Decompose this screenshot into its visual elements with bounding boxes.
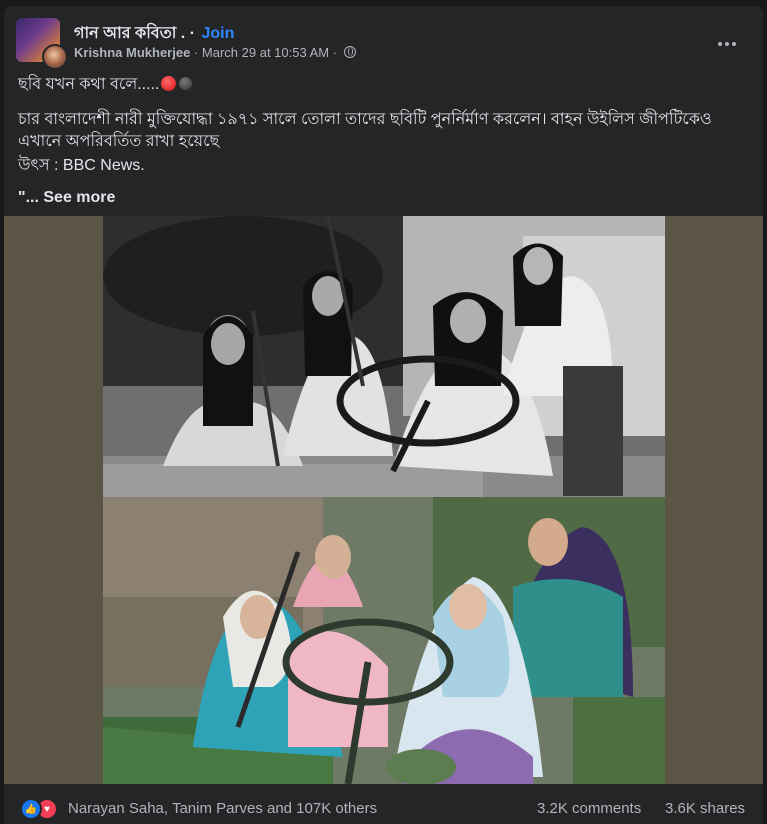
dot	[725, 42, 729, 46]
post-header: গান আর কবিতা . · Join Krishna Mukherjee …	[16, 18, 751, 70]
meta-separator: ·	[193, 45, 199, 60]
group-title-line: গান আর কবিতা . · Join	[74, 20, 234, 47]
shares-count-link[interactable]: 3.6K shares	[665, 800, 745, 817]
post-line-3: উৎস : BBC News.	[18, 157, 145, 174]
post-media[interactable]	[4, 216, 763, 784]
post-timestamp[interactable]: March 29 at 10:53 AM	[202, 45, 329, 60]
quote-ellipsis: "...	[18, 189, 39, 206]
dot	[732, 42, 736, 46]
group-name-link[interactable]: গান আর কবিতা .	[74, 25, 185, 42]
dot	[718, 42, 722, 46]
photo-recent-color	[103, 497, 665, 784]
reactors-link[interactable]: Narayan Saha, Tanim Parves and 107K othe…	[68, 800, 377, 817]
like-icon: 👍	[20, 798, 42, 820]
reaction-icons[interactable]: 👍 ♥	[20, 798, 64, 820]
globe-icon[interactable]	[343, 46, 356, 58]
header-separator: ·	[189, 25, 196, 42]
author-avatar[interactable]	[42, 44, 68, 70]
black-circle-emoji-icon	[179, 77, 193, 90]
post-line-1-text: ছবি যখন কথা বলে.....	[18, 76, 160, 93]
author-name-link[interactable]: Krishna Mukherjee	[74, 45, 190, 60]
post-card: গান আর কবিতা . · Join Krishna Mukherjee …	[4, 6, 763, 824]
post-line-1: ছবি যখন কথা বলে.....	[18, 74, 193, 96]
post-line-2: চার বাংলাদেশী নারী মুক্তিযোদ্ধা ১৯৭১ সাল…	[18, 111, 712, 150]
photo-1971-black-white	[103, 216, 665, 497]
more-options-icon[interactable]	[713, 34, 741, 54]
post-meta: Krishna Mukherjee · March 29 at 10:53 AM…	[74, 45, 356, 60]
see-more-link[interactable]: See more	[43, 189, 115, 206]
red-circle-emoji-icon	[161, 76, 177, 91]
meta-separator-2: ·	[332, 45, 338, 60]
post-line-4: "... See more	[18, 187, 115, 209]
join-button[interactable]: Join	[201, 25, 234, 42]
comments-count-link[interactable]: 3.2K comments	[537, 800, 641, 817]
reactions-bar: 👍 ♥ Narayan Saha, Tanim Parves and 107K …	[4, 784, 763, 824]
